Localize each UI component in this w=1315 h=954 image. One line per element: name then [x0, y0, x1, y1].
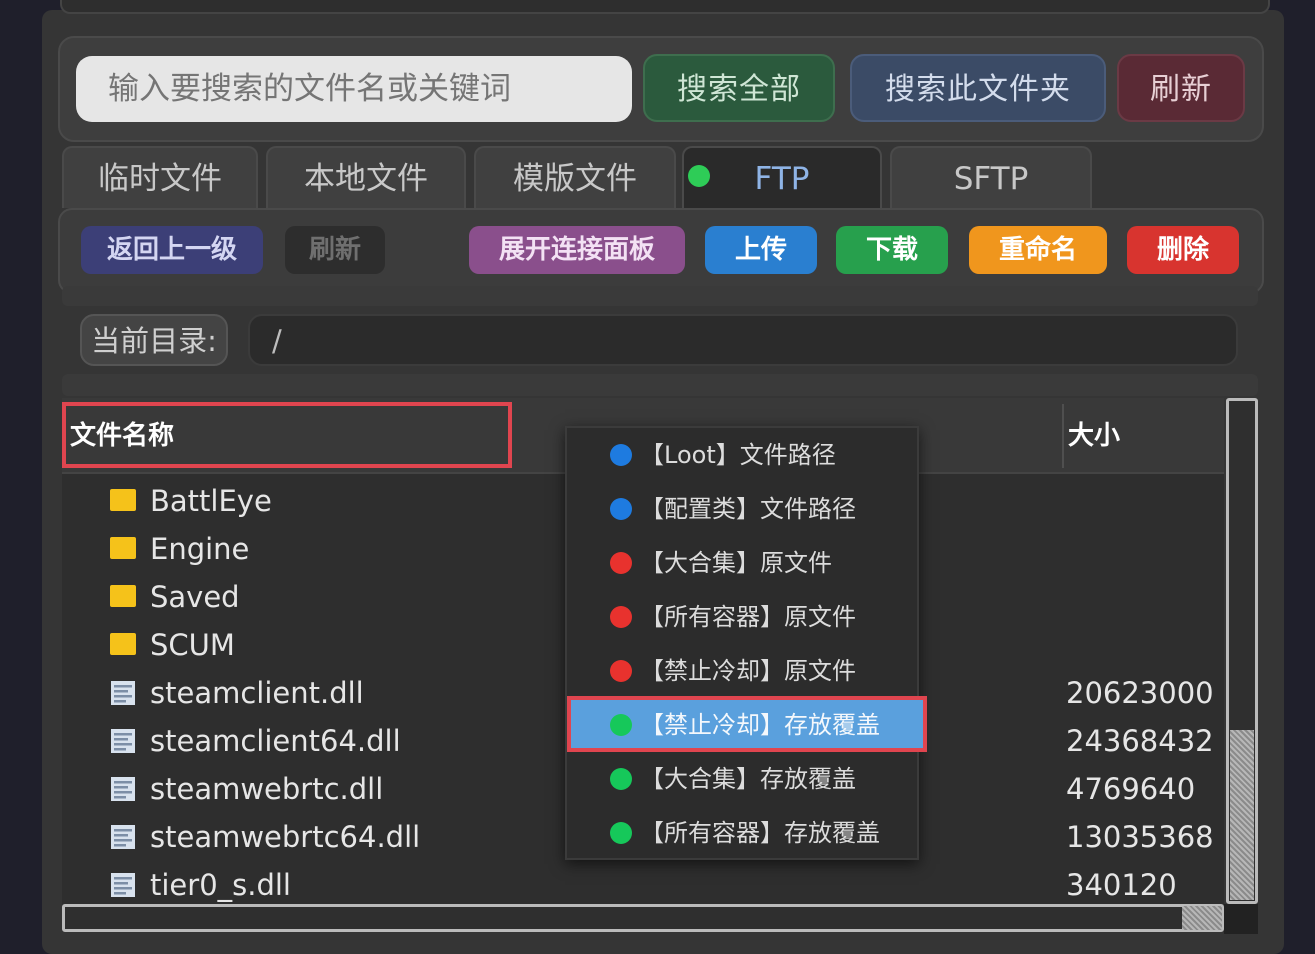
search-folder-button[interactable]: 搜索此文件夹 — [850, 54, 1106, 122]
file-name: steamwebrtc64.dll — [150, 820, 421, 854]
green-dot-icon — [610, 822, 632, 844]
green-dot-icon — [610, 714, 632, 736]
search-input[interactable] — [76, 56, 632, 122]
tab-ftp-label: FTP — [754, 161, 810, 197]
context-menu-item-label: 【配置类】文件路径 — [640, 495, 856, 523]
horizontal-scrollbar[interactable] — [62, 904, 1224, 932]
top-strip — [60, 0, 1270, 14]
file-size: 13035368 — [1066, 820, 1214, 854]
column-header-size[interactable]: 大小 — [1068, 404, 1208, 468]
scrollbar-corner — [1224, 904, 1258, 934]
search-all-button[interactable]: 搜索全部 — [643, 54, 835, 122]
file-name: steamclient64.dll — [150, 724, 401, 758]
folder-icon — [110, 633, 136, 655]
download-button[interactable]: 下载 — [836, 226, 948, 274]
tab-local-files[interactable]: 本地文件 — [266, 146, 466, 208]
red-dot-icon — [610, 606, 632, 628]
tab-sftp[interactable]: SFTP — [890, 146, 1092, 208]
context-menu-item-label: 【Loot】文件路径 — [640, 441, 836, 469]
current-directory-path[interactable]: / — [248, 314, 1238, 366]
rename-button[interactable]: 重命名 — [969, 226, 1107, 274]
refresh-button[interactable]: 刷新 — [285, 226, 385, 274]
context-menu-item-label: 【大合集】原文件 — [640, 549, 832, 577]
file-icon — [111, 729, 135, 753]
tab-template-files[interactable]: 模版文件 — [474, 146, 676, 208]
context-menu-item-label: 【所有容器】原文件 — [640, 603, 856, 631]
file-name: BattlEye — [150, 484, 272, 518]
file-icon — [111, 777, 135, 801]
context-menu-item-label: 【禁止冷却】原文件 — [640, 657, 856, 685]
file-name: SCUM — [150, 628, 235, 662]
file-icon — [111, 873, 135, 897]
folder-icon — [110, 537, 136, 559]
file-name: steamwebrtc.dll — [150, 772, 384, 806]
folder-icon — [110, 585, 136, 607]
refresh-search-button[interactable]: 刷新 — [1117, 54, 1245, 122]
file-name: tier0_s.dll — [150, 868, 291, 902]
file-name: steamclient.dll — [150, 676, 364, 710]
context-menu-item-label: 【所有容器】存放覆盖 — [640, 819, 880, 847]
file-size: 24368432 — [1066, 724, 1214, 758]
red-dot-icon — [610, 552, 632, 574]
file-name: Saved — [150, 580, 240, 614]
file-size: 20623000 — [1066, 676, 1214, 710]
file-name: Engine — [150, 532, 250, 566]
green-dot-icon — [610, 768, 632, 790]
blue-dot-icon — [610, 444, 632, 466]
vertical-scrollbar-thumb[interactable] — [1230, 730, 1254, 900]
go-up-button[interactable]: 返回上一级 — [81, 226, 263, 274]
blue-dot-icon — [610, 498, 632, 520]
divider — [62, 286, 1258, 306]
file-icon — [111, 681, 135, 705]
tab-ftp[interactable]: FTP — [682, 146, 882, 208]
file-size: 4769640 — [1066, 772, 1196, 806]
upload-button[interactable]: 上传 — [705, 226, 817, 274]
current-directory-label: 当前目录: — [80, 314, 228, 366]
divider — [62, 374, 1258, 396]
context-menu-item-label: 【大合集】存放覆盖 — [640, 765, 856, 793]
tab-temp-files[interactable]: 临时文件 — [62, 146, 258, 208]
column-separator[interactable] — [1062, 404, 1064, 468]
context-menu-item-label: 【禁止冷却】存放覆盖 — [640, 711, 880, 739]
horizontal-scrollbar-thumb[interactable] — [1182, 906, 1222, 930]
column-header-name[interactable]: 文件名称 — [62, 402, 512, 468]
file-size: 340120 — [1066, 868, 1177, 902]
folder-icon — [110, 489, 136, 511]
delete-button[interactable]: 删除 — [1127, 226, 1239, 274]
file-icon — [111, 825, 135, 849]
red-dot-icon — [610, 660, 632, 682]
expand-connection-panel-button[interactable]: 展开连接面板 — [469, 226, 685, 274]
ftp-status-dot-icon — [688, 165, 710, 187]
